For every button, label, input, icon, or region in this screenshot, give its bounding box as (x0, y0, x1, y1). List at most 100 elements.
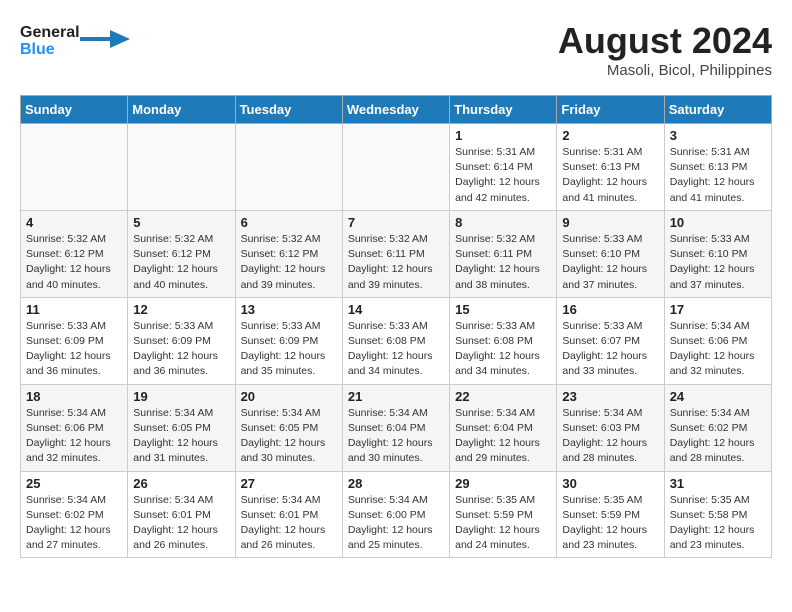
calendar-cell: 11 Sunrise: 5:33 AM Sunset: 6:09 PM Dayli… (21, 297, 128, 384)
calendar-cell: 26 Sunrise: 5:34 AM Sunset: 6:01 PM Dayli… (128, 471, 235, 558)
day-info: Sunrise: 5:34 AM Sunset: 6:01 PM Dayligh… (241, 493, 337, 554)
day-number: 7 (348, 215, 444, 230)
calendar-cell: 3Sunrise: 5:31 AM Sunset: 6:13 PM Daylig… (664, 124, 771, 211)
day-info: Sunrise: 5:33 AM Sunset: 6:08 PM Dayligh… (455, 319, 551, 380)
day-number: 24 (670, 389, 766, 404)
calendar-cell: 22 Sunrise: 5:34 AM Sunset: 6:04 PM Dayli… (450, 384, 557, 471)
calendar-cell (21, 124, 128, 211)
day-info: Sunrise: 5:33 AM Sunset: 6:10 PM Dayligh… (670, 232, 766, 293)
title-section: August 2024 Masoli, Bicol, Philippines (558, 20, 772, 79)
calendar-cell (235, 124, 342, 211)
day-number: 18 (26, 389, 122, 404)
calendar-cell: 14 Sunrise: 5:33 AM Sunset: 6:08 PM Dayli… (342, 297, 449, 384)
calendar-cell: 27 Sunrise: 5:34 AM Sunset: 6:01 PM Dayli… (235, 471, 342, 558)
day-number: 31 (670, 476, 766, 491)
day-info: Sunrise: 5:33 AM Sunset: 6:09 PM Dayligh… (133, 319, 229, 380)
calendar-table: SundayMondayTuesdayWednesdayThursdayFrid… (20, 95, 772, 558)
day-number: 29 (455, 476, 551, 491)
day-info: Sunrise: 5:35 AM Sunset: 5:58 PM Dayligh… (670, 493, 766, 554)
day-number: 12 (133, 302, 229, 317)
day-info: Sunrise: 5:32 AM Sunset: 6:11 PM Dayligh… (348, 232, 444, 293)
day-info: Sunrise: 5:34 AM Sunset: 6:05 PM Dayligh… (241, 406, 337, 467)
day-info: Sunrise: 5:33 AM Sunset: 6:09 PM Dayligh… (26, 319, 122, 380)
day-info: Sunrise: 5:31 AM Sunset: 6:14 PM Dayligh… (455, 145, 551, 206)
day-number: 20 (241, 389, 337, 404)
calendar-cell: 7 Sunrise: 5:32 AM Sunset: 6:11 PM Daylig… (342, 210, 449, 297)
logo-icon: GeneralBlue (20, 20, 130, 58)
calendar-cell: 25Sunrise: 5:34 AM Sunset: 6:02 PM Dayli… (21, 471, 128, 558)
day-info: Sunrise: 5:33 AM Sunset: 6:10 PM Dayligh… (562, 232, 658, 293)
month-year-title: August 2024 (558, 20, 772, 62)
calendar-week-row: 18 Sunrise: 5:34 AM Sunset: 6:06 PM Dayli… (21, 384, 772, 471)
calendar-cell: 9 Sunrise: 5:33 AM Sunset: 6:10 PM Daylig… (557, 210, 664, 297)
day-info: Sunrise: 5:33 AM Sunset: 6:08 PM Dayligh… (348, 319, 444, 380)
day-info: Sunrise: 5:35 AM Sunset: 5:59 PM Dayligh… (562, 493, 658, 554)
day-number: 8 (455, 215, 551, 230)
day-number: 30 (562, 476, 658, 491)
calendar-cell: 19Sunrise: 5:34 AM Sunset: 6:05 PM Dayli… (128, 384, 235, 471)
day-info: Sunrise: 5:34 AM Sunset: 6:01 PM Dayligh… (133, 493, 229, 554)
calendar-cell: 28Sunrise: 5:34 AM Sunset: 6:00 PM Dayli… (342, 471, 449, 558)
calendar-cell: 24 Sunrise: 5:34 AM Sunset: 6:02 PM Dayli… (664, 384, 771, 471)
calendar-cell: 18 Sunrise: 5:34 AM Sunset: 6:06 PM Dayli… (21, 384, 128, 471)
day-number: 13 (241, 302, 337, 317)
calendar-week-row: 25Sunrise: 5:34 AM Sunset: 6:02 PM Dayli… (21, 471, 772, 558)
calendar-cell: 12 Sunrise: 5:33 AM Sunset: 6:09 PM Dayli… (128, 297, 235, 384)
location-subtitle: Masoli, Bicol, Philippines (558, 62, 772, 79)
weekday-header-sunday: Sunday (21, 96, 128, 124)
calendar-cell: 21 Sunrise: 5:34 AM Sunset: 6:04 PM Dayli… (342, 384, 449, 471)
day-number: 10 (670, 215, 766, 230)
weekday-header-wednesday: Wednesday (342, 96, 449, 124)
day-info: Sunrise: 5:34 AM Sunset: 6:04 PM Dayligh… (348, 406, 444, 467)
svg-text:Blue: Blue (20, 41, 55, 58)
day-number: 2 (562, 128, 658, 143)
day-info: Sunrise: 5:33 AM Sunset: 6:09 PM Dayligh… (241, 319, 337, 380)
day-number: 16 (562, 302, 658, 317)
day-info: Sunrise: 5:34 AM Sunset: 6:04 PM Dayligh… (455, 406, 551, 467)
day-info: Sunrise: 5:33 AM Sunset: 6:07 PM Dayligh… (562, 319, 658, 380)
weekday-header-tuesday: Tuesday (235, 96, 342, 124)
calendar-cell (342, 124, 449, 211)
day-number: 21 (348, 389, 444, 404)
day-info: Sunrise: 5:32 AM Sunset: 6:11 PM Dayligh… (455, 232, 551, 293)
svg-text:General: General (20, 24, 80, 41)
day-number: 9 (562, 215, 658, 230)
day-info: Sunrise: 5:32 AM Sunset: 6:12 PM Dayligh… (241, 232, 337, 293)
calendar-cell: 2 Sunrise: 5:31 AM Sunset: 6:13 PM Daylig… (557, 124, 664, 211)
page-header: GeneralBlue August 2024 Masoli, Bicol, P… (20, 20, 772, 79)
day-info: Sunrise: 5:34 AM Sunset: 6:02 PM Dayligh… (670, 406, 766, 467)
calendar-cell: 13 Sunrise: 5:33 AM Sunset: 6:09 PM Dayli… (235, 297, 342, 384)
day-number: 4 (26, 215, 122, 230)
day-number: 22 (455, 389, 551, 404)
day-info: Sunrise: 5:34 AM Sunset: 6:06 PM Dayligh… (670, 319, 766, 380)
calendar-cell: 31 Sunrise: 5:35 AM Sunset: 5:58 PM Dayli… (664, 471, 771, 558)
calendar-cell: 23 Sunrise: 5:34 AM Sunset: 6:03 PM Dayli… (557, 384, 664, 471)
day-number: 15 (455, 302, 551, 317)
calendar-cell: 20 Sunrise: 5:34 AM Sunset: 6:05 PM Dayli… (235, 384, 342, 471)
calendar-cell: 29Sunrise: 5:35 AM Sunset: 5:59 PM Dayli… (450, 471, 557, 558)
day-info: Sunrise: 5:31 AM Sunset: 6:13 PM Dayligh… (670, 145, 766, 206)
calendar-cell: 15 Sunrise: 5:33 AM Sunset: 6:08 PM Dayli… (450, 297, 557, 384)
calendar-cell: 1Sunrise: 5:31 AM Sunset: 6:14 PM Daylig… (450, 124, 557, 211)
logo: GeneralBlue (20, 20, 130, 58)
calendar-cell: 5Sunrise: 5:32 AM Sunset: 6:12 PM Daylig… (128, 210, 235, 297)
calendar-cell: 10 Sunrise: 5:33 AM Sunset: 6:10 PM Dayli… (664, 210, 771, 297)
day-number: 23 (562, 389, 658, 404)
day-info: Sunrise: 5:31 AM Sunset: 6:13 PM Dayligh… (562, 145, 658, 206)
weekday-header-friday: Friday (557, 96, 664, 124)
day-number: 5 (133, 215, 229, 230)
calendar-week-row: 1Sunrise: 5:31 AM Sunset: 6:14 PM Daylig… (21, 124, 772, 211)
calendar-week-row: 4 Sunrise: 5:32 AM Sunset: 6:12 PM Daylig… (21, 210, 772, 297)
weekday-header-thursday: Thursday (450, 96, 557, 124)
calendar-cell: 6 Sunrise: 5:32 AM Sunset: 6:12 PM Daylig… (235, 210, 342, 297)
day-info: Sunrise: 5:34 AM Sunset: 6:06 PM Dayligh… (26, 406, 122, 467)
day-number: 17 (670, 302, 766, 317)
day-number: 26 (133, 476, 229, 491)
day-number: 11 (26, 302, 122, 317)
calendar-cell: 17 Sunrise: 5:34 AM Sunset: 6:06 PM Dayli… (664, 297, 771, 384)
day-number: 14 (348, 302, 444, 317)
day-info: Sunrise: 5:34 AM Sunset: 6:05 PM Dayligh… (133, 406, 229, 467)
day-number: 27 (241, 476, 337, 491)
day-number: 6 (241, 215, 337, 230)
day-info: Sunrise: 5:34 AM Sunset: 6:03 PM Dayligh… (562, 406, 658, 467)
